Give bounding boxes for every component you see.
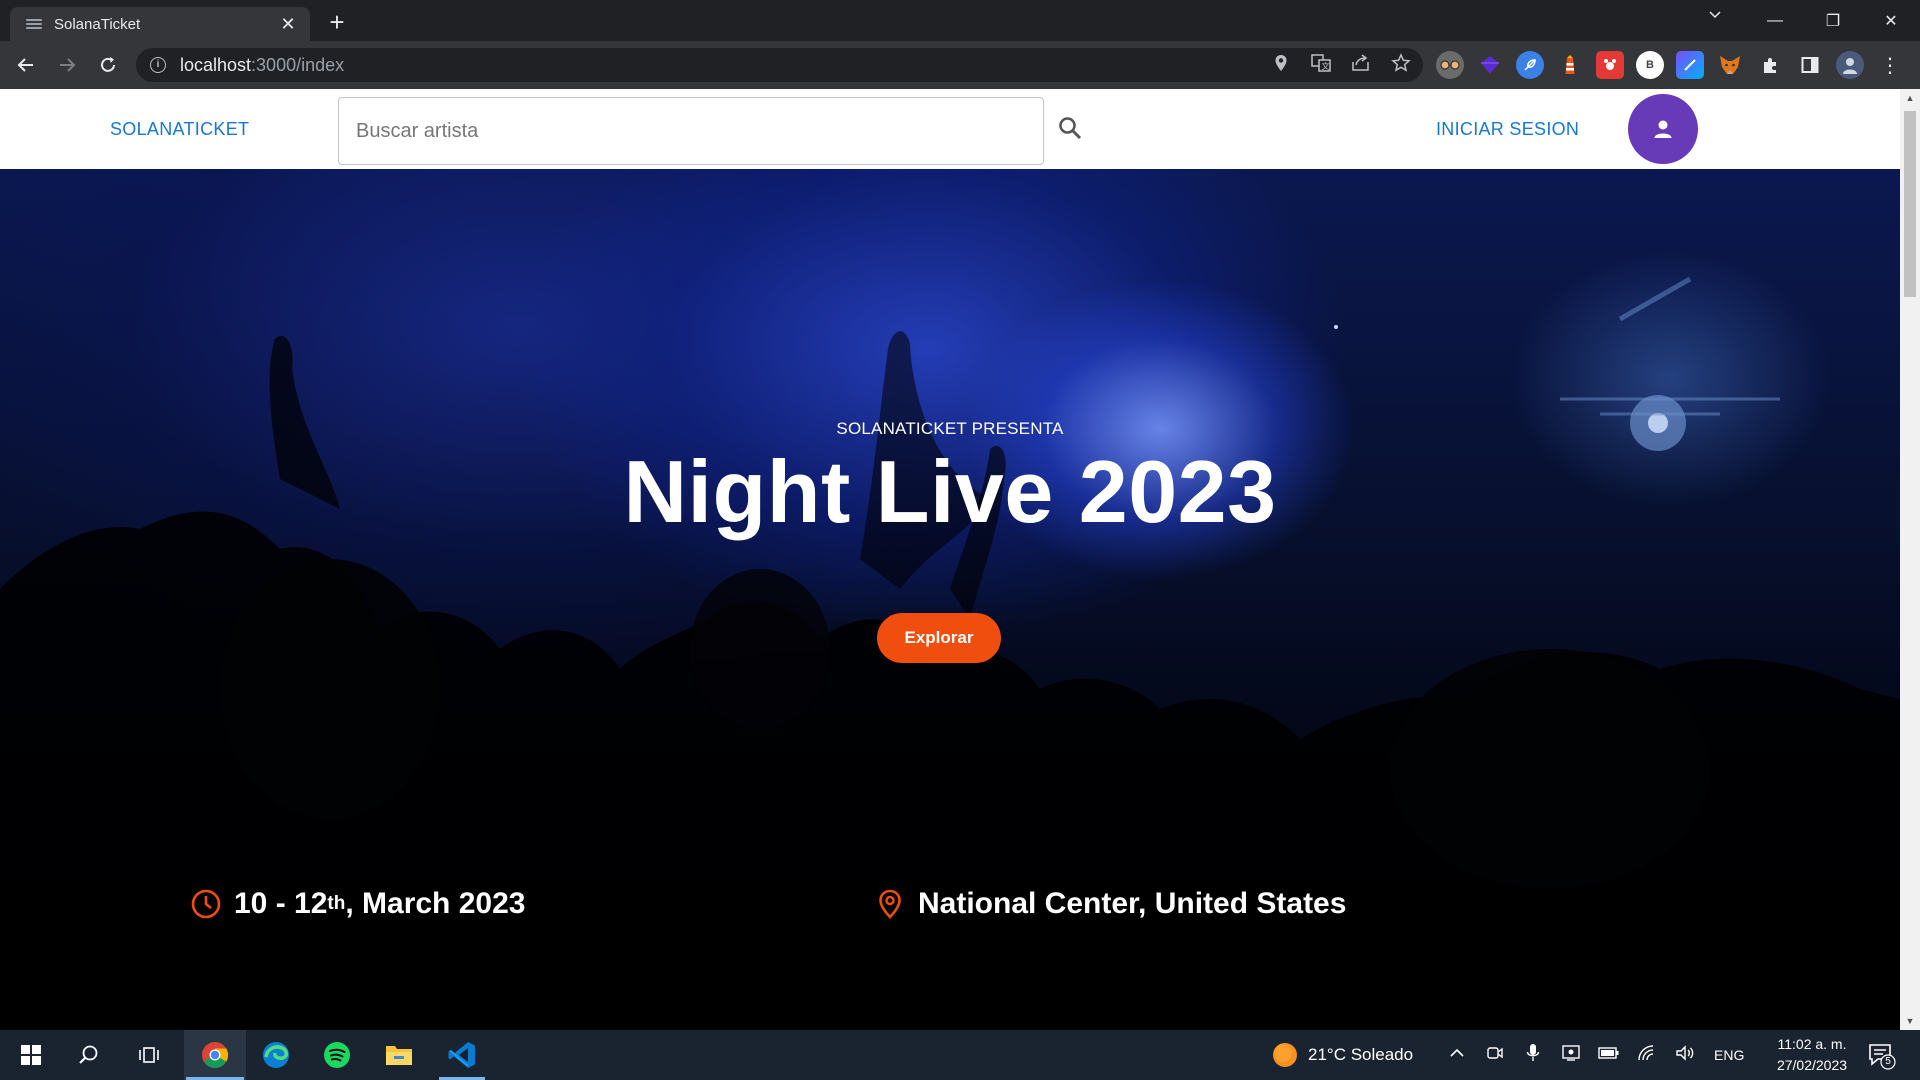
search-input[interactable] <box>339 98 1043 164</box>
show-hidden-icons-chevron-icon[interactable] <box>1438 1046 1476 1064</box>
extension-red-icon[interactable] <box>1596 51 1624 79</box>
extensions-puzzle-icon[interactable] <box>1756 51 1784 79</box>
brand-link[interactable]: SOLANATICKET <box>110 89 249 169</box>
notification-count: 5 <box>1885 1056 1891 1067</box>
event-date: 10 - 12th, March 2023 <box>190 887 525 921</box>
side-panel-icon[interactable] <box>1796 51 1824 79</box>
notifications-button[interactable]: 5 <box>1866 1040 1896 1070</box>
address-bar-actions: 文 <box>1269 48 1413 82</box>
chrome-icon[interactable] <box>184 1030 246 1080</box>
svg-text:文: 文 <box>1322 61 1330 71</box>
share-icon[interactable] <box>1349 53 1373 77</box>
hero-title: Night Live 2023 <box>623 442 1277 541</box>
volume-icon[interactable] <box>1666 1044 1704 1066</box>
site-header: SOLANATICKET INICIAR SESION <box>0 89 1900 169</box>
search-icon[interactable] <box>1057 115 1083 141</box>
page-scrollbar[interactable]: ▲ ▼ <box>1900 89 1920 1030</box>
clock-icon <box>191 889 221 919</box>
screen-share-icon[interactable] <box>1552 1044 1590 1067</box>
metamask-fox-icon[interactable] <box>1716 51 1744 79</box>
scroll-up-arrow-icon[interactable]: ▲ <box>1900 89 1920 107</box>
extension-b-icon[interactable]: B <box>1636 51 1664 79</box>
clock-time: 11:02 a. m. <box>1777 1036 1847 1052</box>
clock-date: 27/02/2023 <box>1776 1057 1848 1073</box>
explore-button[interactable]: Explorar <box>877 613 1001 663</box>
url-path: :3000/index <box>251 54 345 75</box>
restore-button[interactable]: ❐ <box>1804 0 1862 41</box>
tab-search-chevron-icon[interactable] <box>1700 7 1730 33</box>
forward-arrow-icon[interactable] <box>51 49 83 81</box>
url-host: localhost <box>180 54 252 75</box>
event-location: National Center, United States <box>874 887 1346 921</box>
edge-icon[interactable] <box>251 1030 301 1080</box>
browser-tab-bar: SolanaTicket ✕ + — ❐ ✕ <box>0 0 1920 41</box>
user-avatar-button[interactable] <box>1628 94 1698 164</box>
menu-kebab-icon[interactable]: ⋮ <box>1876 51 1904 79</box>
date-range-start: 10 - 12 <box>234 887 328 920</box>
location-pin-icon[interactable] <box>1269 54 1293 77</box>
tab-favicon-icon <box>26 16 42 32</box>
location-pin-icon <box>879 889 901 919</box>
date-range-end: , March 2023 <box>345 887 526 920</box>
scroll-down-arrow-icon[interactable]: ▼ <box>1900 1012 1920 1030</box>
vscode-icon[interactable] <box>437 1030 487 1080</box>
back-arrow-icon[interactable] <box>10 49 42 81</box>
hero-section: SOLANATICKET PRESENTA Night Live 2023 Ex… <box>0 169 1900 1030</box>
extension-feather-icon[interactable] <box>1516 51 1544 79</box>
weather-widget[interactable]: 21°C Soleado <box>1272 1030 1413 1080</box>
location-text: National Center, United States <box>918 887 1347 920</box>
artist-search-field[interactable] <box>338 97 1044 165</box>
task-view-icon[interactable] <box>124 1030 174 1080</box>
reload-icon[interactable] <box>92 49 124 81</box>
tab-title: SolanaTicket <box>54 15 141 33</box>
start-icon[interactable] <box>6 1030 56 1080</box>
taskbar-search-icon[interactable] <box>64 1030 114 1080</box>
spotify-icon[interactable] <box>312 1030 362 1080</box>
hero-eyebrow: SOLANATICKET PRESENTA <box>836 419 1064 438</box>
window-controls: — ❐ ✕ <box>1746 0 1920 41</box>
minimize-button[interactable]: — <box>1746 0 1804 41</box>
tab-close-icon[interactable]: ✕ <box>278 14 298 35</box>
microphone-icon[interactable] <box>1514 1043 1552 1068</box>
taskbar-clock[interactable]: 11:02 a. m. 27/02/2023 <box>1764 1034 1860 1076</box>
sun-icon <box>1273 1043 1297 1067</box>
meet-now-icon[interactable] <box>1476 1044 1514 1067</box>
bookmark-star-icon[interactable] <box>1389 52 1413 78</box>
extension-paint-icon[interactable] <box>1676 51 1704 79</box>
windows-taskbar: 21°C Soleado ENG 11:02 a. m. 27/02/2023 <box>0 1030 1920 1080</box>
scrollbar-thumb[interactable] <box>1904 111 1916 297</box>
extension-diamond-icon[interactable] <box>1476 51 1504 79</box>
address-bar[interactable]: i localhost:3000/index 文 <box>136 48 1423 82</box>
battery-icon[interactable] <box>1590 1046 1628 1065</box>
new-tab-button[interactable]: + <box>322 8 352 38</box>
page-viewport: SOLANATICKET INICIAR SESION <box>0 89 1900 1030</box>
extension-lighthouse-icon[interactable] <box>1556 51 1584 79</box>
extensions-area: B ⋮ <box>1436 49 1904 81</box>
wifi-icon[interactable] <box>1628 1044 1666 1066</box>
language-indicator[interactable]: ENG <box>1714 1047 1744 1063</box>
close-window-button[interactable]: ✕ <box>1862 0 1920 41</box>
translate-icon[interactable]: 文 <box>1309 53 1333 77</box>
weather-text: 21°C Soleado <box>1308 1045 1414 1064</box>
profile-avatar-icon[interactable] <box>1836 51 1864 79</box>
extension-glasses-icon[interactable] <box>1436 51 1464 79</box>
login-link[interactable]: INICIAR SESION <box>1436 89 1579 169</box>
browser-toolbar: i localhost:3000/index 文 B ⋮ <box>0 41 1920 89</box>
person-icon <box>1654 120 1672 138</box>
file-explorer-icon[interactable] <box>374 1030 424 1080</box>
system-tray: ENG <box>1438 1030 1744 1080</box>
browser-tab[interactable]: SolanaTicket ✕ <box>10 7 310 41</box>
site-info-icon[interactable]: i <box>150 57 166 73</box>
